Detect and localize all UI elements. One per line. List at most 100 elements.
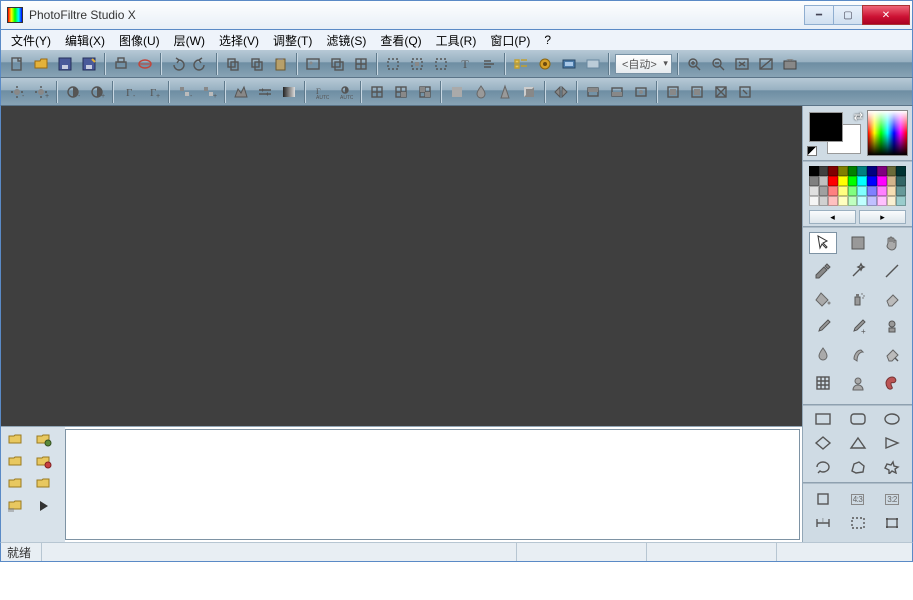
relief-icon[interactable] bbox=[518, 81, 540, 103]
portrait-tool[interactable] bbox=[844, 372, 872, 394]
maximize-button[interactable]: ▢ bbox=[833, 5, 863, 25]
spray-tool[interactable] bbox=[844, 288, 872, 310]
palette-swatch[interactable] bbox=[828, 186, 838, 196]
palette-swatch[interactable] bbox=[896, 186, 906, 196]
full-screen-icon[interactable] bbox=[779, 53, 801, 75]
palette-swatch[interactable] bbox=[838, 196, 848, 206]
dither-3-icon[interactable] bbox=[414, 81, 436, 103]
clone-tool[interactable] bbox=[878, 344, 906, 366]
menu-view[interactable]: 查看(Q) bbox=[374, 30, 427, 51]
selection-bounds-icon[interactable] bbox=[430, 53, 452, 75]
blur-paint-tool[interactable] bbox=[809, 344, 837, 366]
module-2-icon[interactable] bbox=[686, 81, 708, 103]
selection-show-icon[interactable] bbox=[382, 53, 404, 75]
undo-icon[interactable] bbox=[166, 53, 188, 75]
palette-swatch[interactable] bbox=[867, 176, 877, 186]
zoom-in-icon[interactable] bbox=[683, 53, 705, 75]
default-colors-icon[interactable] bbox=[807, 146, 817, 156]
palette-prev-button[interactable]: ◂ bbox=[809, 210, 856, 224]
duplicate-icon[interactable] bbox=[326, 53, 348, 75]
adv-brush-tool[interactable]: + bbox=[844, 316, 872, 338]
layer-play-icon[interactable] bbox=[31, 497, 57, 515]
menu-layer[interactable]: 层(W) bbox=[168, 30, 211, 51]
hand-tool[interactable] bbox=[878, 232, 906, 254]
line-tool[interactable] bbox=[878, 260, 906, 282]
palette-swatch[interactable] bbox=[867, 186, 877, 196]
auto-levels-icon[interactable]: ΓAUTO bbox=[310, 81, 332, 103]
palette-swatch[interactable] bbox=[896, 196, 906, 206]
layer-merge-icon[interactable] bbox=[31, 475, 57, 493]
menu-window[interactable]: 窗口(P) bbox=[484, 30, 536, 51]
pointer-tool[interactable] bbox=[809, 232, 837, 254]
minimize-button[interactable]: ━ bbox=[804, 5, 834, 25]
soften-icon[interactable] bbox=[446, 81, 468, 103]
palette-swatch[interactable] bbox=[857, 176, 867, 186]
palette-swatch[interactable] bbox=[838, 176, 848, 186]
opt-bounds[interactable] bbox=[844, 514, 872, 532]
sharpen-icon[interactable] bbox=[494, 81, 516, 103]
foreground-color[interactable] bbox=[809, 112, 843, 142]
module-3-icon[interactable] bbox=[710, 81, 732, 103]
shape-polygon[interactable] bbox=[844, 458, 872, 476]
save-icon[interactable] bbox=[54, 53, 76, 75]
bucket-tool[interactable] bbox=[809, 288, 837, 310]
automate-icon[interactable] bbox=[558, 53, 580, 75]
swap-colors-icon[interactable]: ⇄ bbox=[854, 110, 863, 123]
open-icon[interactable] bbox=[30, 53, 52, 75]
selection-tool[interactable] bbox=[844, 232, 872, 254]
zoom-out-icon[interactable] bbox=[707, 53, 729, 75]
palette-swatch[interactable] bbox=[819, 196, 829, 206]
palette-swatch[interactable] bbox=[877, 196, 887, 206]
palette-swatch[interactable] bbox=[809, 196, 819, 206]
layer-down-icon[interactable] bbox=[31, 453, 57, 471]
text-icon[interactable]: T bbox=[454, 53, 476, 75]
opt-width[interactable]: I bbox=[809, 514, 837, 532]
save-as-icon[interactable] bbox=[78, 53, 100, 75]
palette-swatch[interactable] bbox=[828, 196, 838, 206]
shape-rect[interactable] bbox=[809, 410, 837, 428]
wand-tool[interactable] bbox=[844, 260, 872, 282]
palette-swatch[interactable] bbox=[857, 196, 867, 206]
shape-lasso[interactable] bbox=[809, 458, 837, 476]
layer-props-icon[interactable] bbox=[3, 475, 29, 493]
palette-swatch[interactable] bbox=[857, 186, 867, 196]
layer-from-file-icon[interactable] bbox=[302, 53, 324, 75]
flip-v-icon[interactable] bbox=[582, 81, 604, 103]
opt-ratio-43[interactable]: 4:3 bbox=[844, 490, 872, 508]
palette-swatch[interactable] bbox=[857, 166, 867, 176]
palette-swatch[interactable] bbox=[809, 176, 819, 186]
eraser-tool[interactable] bbox=[878, 288, 906, 310]
menu-tools[interactable]: 工具(R) bbox=[430, 30, 483, 51]
fit-screen-icon[interactable] bbox=[731, 53, 753, 75]
palette-swatch[interactable] bbox=[828, 166, 838, 176]
copy-icon[interactable] bbox=[222, 53, 244, 75]
palette-swatch[interactable] bbox=[848, 176, 858, 186]
flip-h-icon[interactable] bbox=[550, 81, 572, 103]
layer-dup-icon[interactable] bbox=[31, 431, 57, 449]
palette-swatch[interactable] bbox=[819, 186, 829, 196]
resize-icon[interactable] bbox=[350, 53, 372, 75]
shape-star[interactable] bbox=[878, 458, 906, 476]
menu-adjust[interactable]: 调整(T) bbox=[267, 30, 318, 51]
menu-image[interactable]: 图像(U) bbox=[113, 30, 166, 51]
pattern-tool[interactable] bbox=[809, 372, 837, 394]
preferences-icon[interactable] bbox=[582, 53, 604, 75]
palette-next-button[interactable]: ▸ bbox=[859, 210, 906, 224]
shape-triangle[interactable] bbox=[844, 434, 872, 452]
palette-swatch[interactable] bbox=[838, 186, 848, 196]
palette-swatch[interactable] bbox=[887, 186, 897, 196]
palette-swatch[interactable] bbox=[828, 176, 838, 186]
smudge-tool[interactable] bbox=[844, 344, 872, 366]
stamp-tool[interactable] bbox=[878, 316, 906, 338]
levels-icon[interactable] bbox=[254, 81, 276, 103]
contrast-minus-icon[interactable]: - bbox=[62, 81, 84, 103]
auto-contrast-icon[interactable]: AUTO bbox=[334, 81, 356, 103]
palette-swatch[interactable] bbox=[896, 176, 906, 186]
palette-swatch[interactable] bbox=[819, 176, 829, 186]
layer-visible-icon[interactable] bbox=[3, 497, 29, 515]
layer-new-icon[interactable] bbox=[3, 431, 29, 449]
shape-triangle-right[interactable] bbox=[878, 434, 906, 452]
opt-ratio-32[interactable]: 3:2 bbox=[878, 490, 906, 508]
palette-swatch[interactable] bbox=[809, 166, 819, 176]
print-icon[interactable] bbox=[110, 53, 132, 75]
